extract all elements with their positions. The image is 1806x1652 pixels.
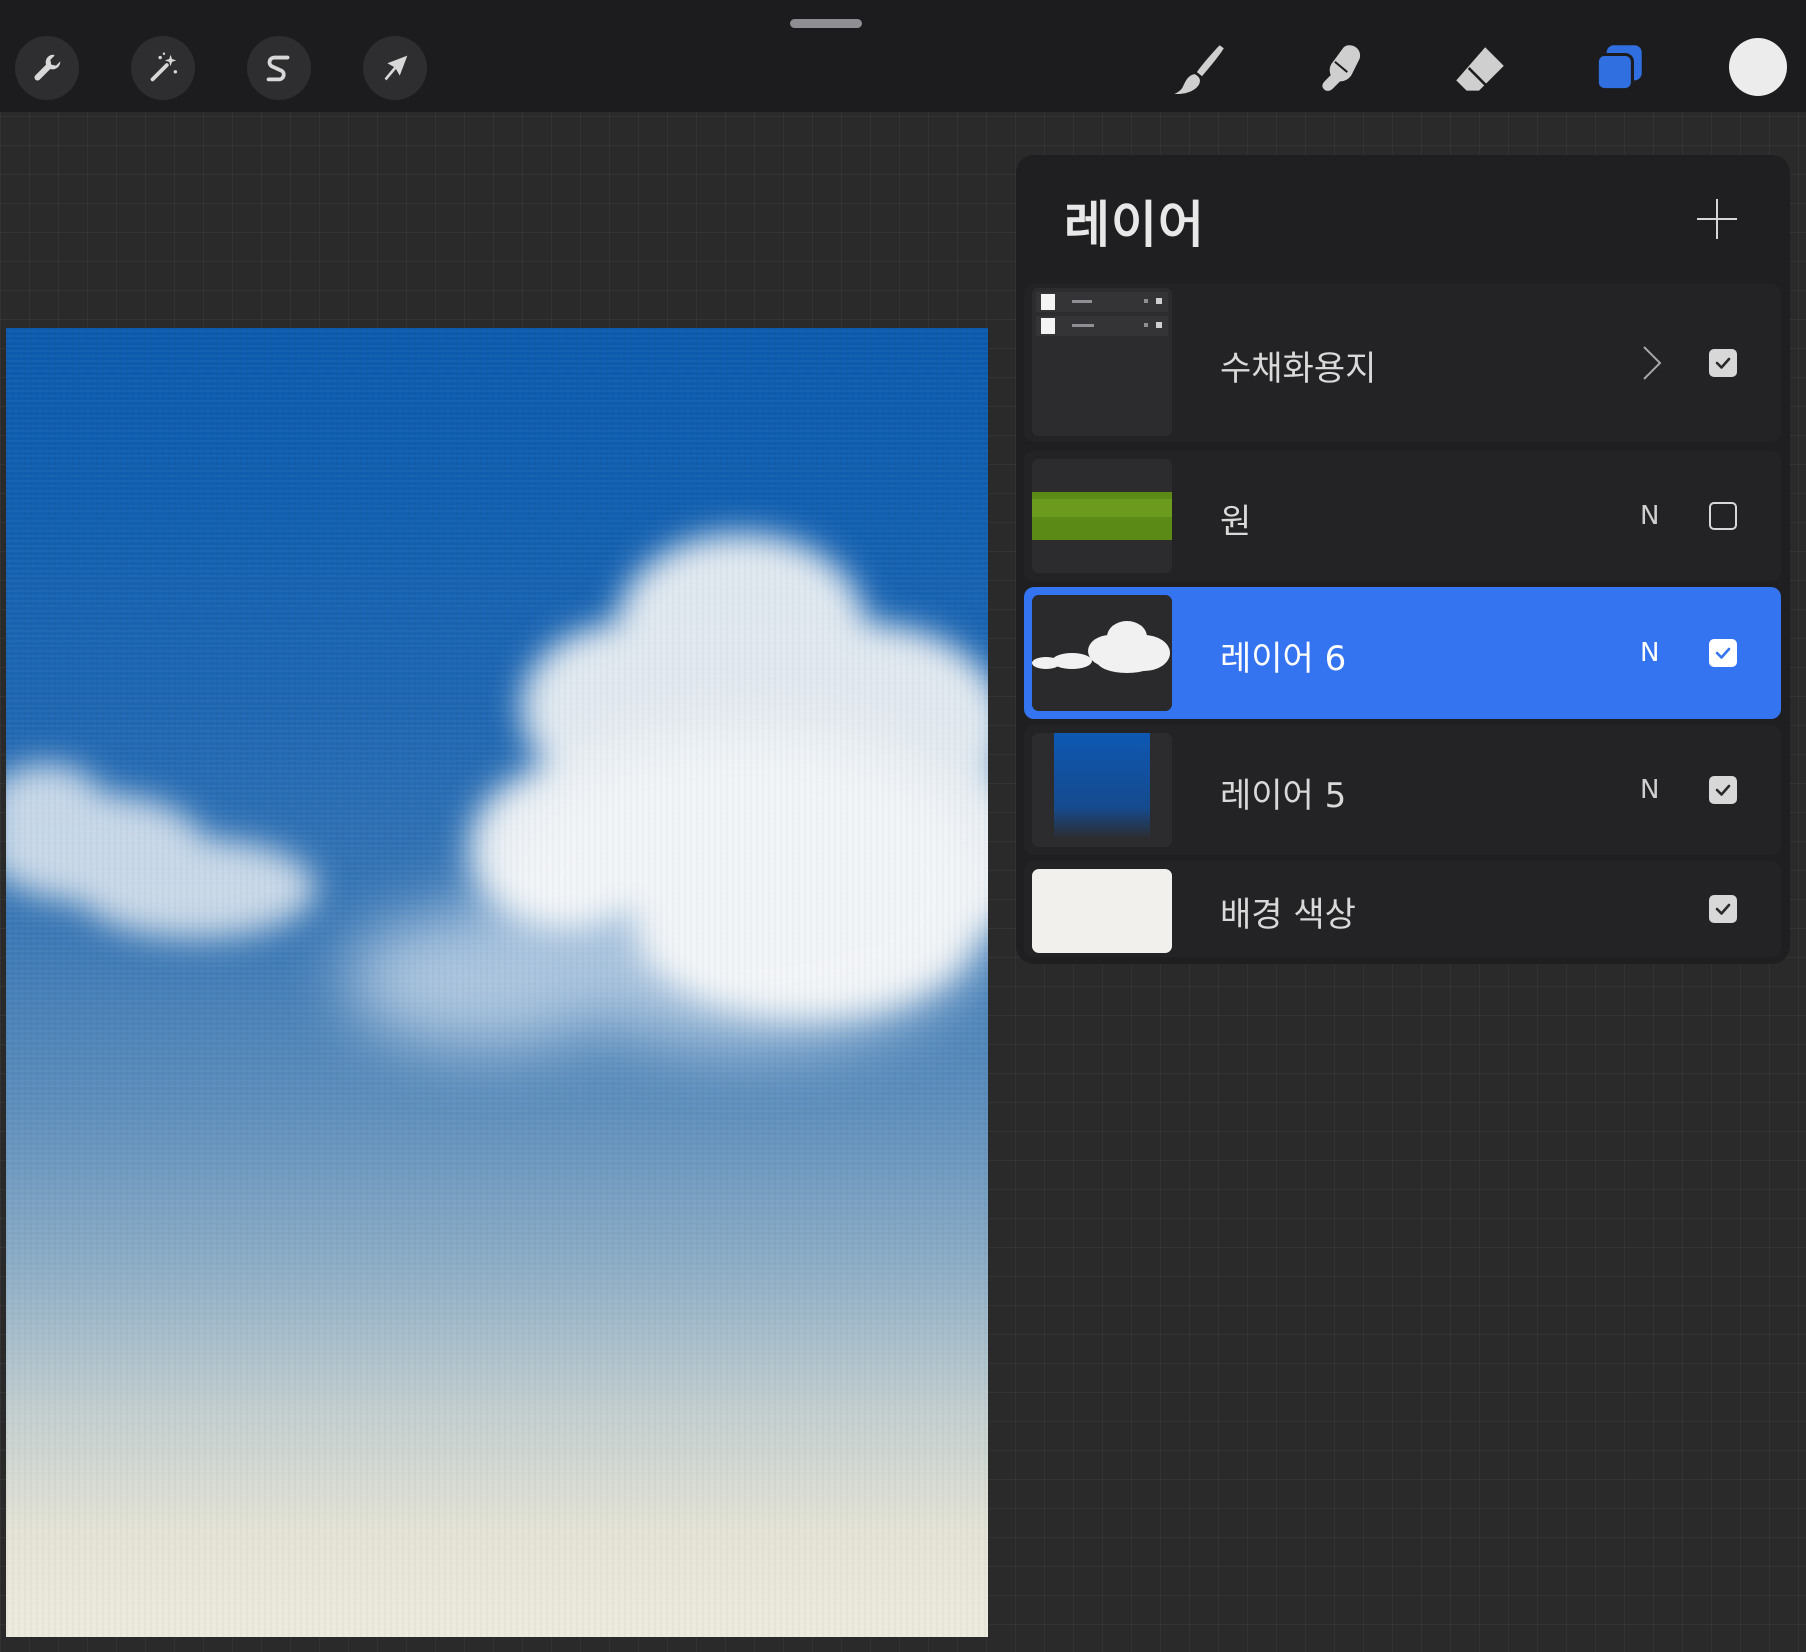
layer-thumbnail xyxy=(1032,733,1172,847)
layer-name: 레이어 6 xyxy=(1220,639,1347,679)
blend-mode-button[interactable]: N xyxy=(1640,638,1659,668)
wrench-icon xyxy=(34,54,61,81)
layers-panel: 레이어 수채화용지 원 N 레이어 6 N 레이어 5 N 배경 색상 xyxy=(1016,155,1790,964)
panel-screenshot-thumbnail xyxy=(1032,288,1172,436)
toolbar-grabber[interactable] xyxy=(790,19,862,28)
checkmark-icon xyxy=(1715,784,1731,796)
visibility-checkbox[interactable] xyxy=(1709,349,1737,377)
selection-s-icon xyxy=(266,55,290,82)
eraser-button[interactable] xyxy=(1445,36,1513,104)
layer-name: 레이어 5 xyxy=(1220,776,1347,816)
magic-wand-icon xyxy=(150,52,178,82)
blend-mode-button[interactable]: N xyxy=(1640,775,1659,805)
smudge-finger-icon xyxy=(1322,45,1361,91)
chevron-right-icon[interactable] xyxy=(1638,343,1666,383)
transform-button[interactable] xyxy=(363,36,427,100)
layer-row[interactable]: 레이어 5 N xyxy=(1024,725,1781,855)
checkmark-icon xyxy=(1715,903,1731,915)
brush-button[interactable] xyxy=(1165,36,1233,104)
eraser-icon xyxy=(1456,47,1504,91)
layers-button[interactable] xyxy=(1585,36,1653,104)
top-toolbar xyxy=(0,0,1806,112)
cloud-painting xyxy=(6,533,988,1048)
panel-title: 레이어 xyxy=(1064,196,1205,254)
layer-row-group[interactable]: 수채화용지 xyxy=(1024,284,1781,442)
add-layer-button[interactable] xyxy=(1689,191,1745,247)
green-stroke-thumbnail xyxy=(1032,459,1172,573)
smudge-button[interactable] xyxy=(1305,36,1373,104)
layer-name: 원 xyxy=(1220,502,1252,542)
cloud-thumbnail xyxy=(1032,595,1172,711)
layer-thumbnail xyxy=(1032,459,1172,573)
visibility-checkbox[interactable] xyxy=(1709,639,1737,667)
adjustments-button[interactable] xyxy=(131,36,195,100)
visibility-checkbox[interactable] xyxy=(1709,776,1737,804)
visibility-checkbox[interactable] xyxy=(1709,502,1737,530)
drawing-canvas[interactable] xyxy=(6,328,988,1637)
arrow-cursor-icon xyxy=(384,55,408,81)
checkmark-icon xyxy=(1715,357,1731,369)
layer-name: 배경 색상 xyxy=(1220,895,1356,935)
color-picker-button[interactable] xyxy=(1729,38,1787,96)
actions-button[interactable] xyxy=(15,36,79,100)
blend-mode-button[interactable]: N xyxy=(1640,501,1659,531)
layer-thumbnail xyxy=(1032,595,1172,711)
layer-row-selected[interactable]: 레이어 6 N xyxy=(1024,587,1781,719)
layer-name: 수채화용지 xyxy=(1220,349,1377,389)
visibility-checkbox[interactable] xyxy=(1709,895,1737,923)
checkmark-icon xyxy=(1715,647,1731,659)
layer-row[interactable]: 원 N xyxy=(1024,451,1781,581)
selection-button[interactable] xyxy=(247,36,311,100)
brush-icon xyxy=(1174,45,1224,94)
layer-thumbnail xyxy=(1032,288,1172,436)
layer-row-background[interactable]: 배경 색상 xyxy=(1024,861,1781,957)
layers-icon xyxy=(1595,45,1642,92)
blue-gradient-thumbnail xyxy=(1032,733,1172,847)
background-color-thumbnail[interactable] xyxy=(1032,869,1172,953)
